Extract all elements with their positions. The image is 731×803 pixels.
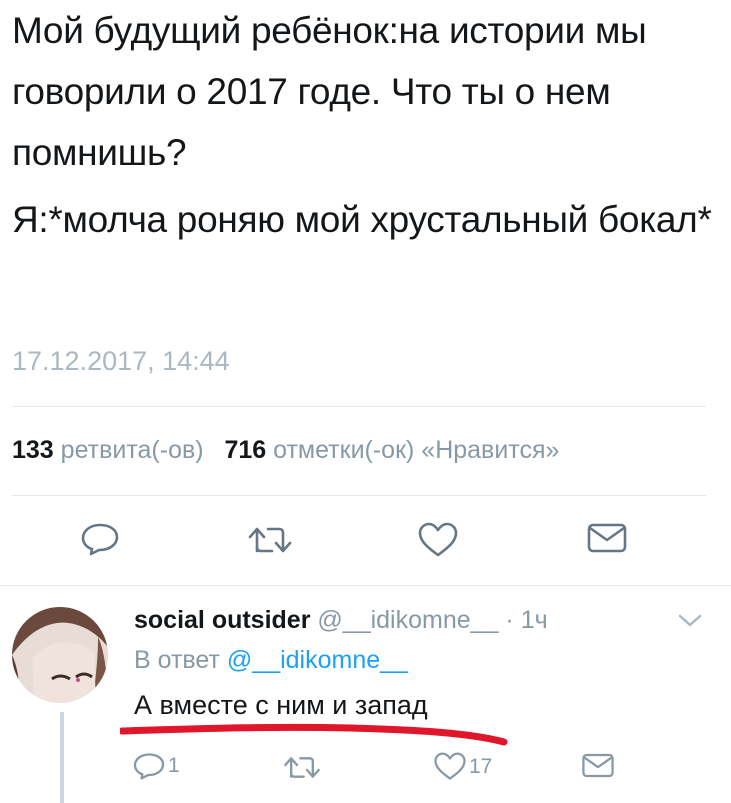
tweet-timestamp[interactable]: 17.12.2017, 14:44 xyxy=(12,346,230,377)
tweet-text-line-2: Я:*молча роняю мой хрустальный бокал* xyxy=(12,199,712,240)
retweet-button[interactable] xyxy=(246,524,294,556)
like-icon xyxy=(418,522,458,557)
avatar[interactable] xyxy=(12,607,108,703)
thread-line xyxy=(60,712,64,803)
reply-like-button[interactable]: 17 xyxy=(433,752,492,781)
like-stat[interactable]: 716 отметки(-ок) «Нравится» xyxy=(224,436,559,464)
retweet-label: ретвита(-ов) xyxy=(60,436,204,464)
reply-icon xyxy=(133,753,165,780)
reply-reply-button[interactable]: 1 xyxy=(132,752,180,780)
reply-display-name[interactable]: social outsider xyxy=(134,606,310,634)
divider xyxy=(12,406,706,407)
tweet-text: Мой будущий ребёнок:на истории мы говори… xyxy=(12,0,712,250)
reply-dot: · xyxy=(505,606,514,634)
message-button[interactable] xyxy=(586,522,628,554)
reply-message-button[interactable] xyxy=(581,752,615,779)
reply-text: А вместе с ним и запад xyxy=(134,690,428,720)
reply-retweet-button[interactable] xyxy=(282,754,322,781)
like-count: 716 xyxy=(224,436,267,464)
chevron-down-icon xyxy=(678,614,702,627)
retweet-icon xyxy=(248,527,292,553)
reply-icon xyxy=(81,523,119,556)
reply-mention[interactable]: @__idikomne__ xyxy=(227,646,408,674)
reply-prefix: В ответ xyxy=(134,646,220,674)
tweet-text-line-1: Мой будущий ребёнок:на истории мы говори… xyxy=(12,10,647,173)
like-label: отметки(-ок) «Нравится» xyxy=(273,436,560,464)
divider xyxy=(12,495,706,496)
tweet-stats: 133 ретвита(-ов) 716 отметки(-ок) «Нрави… xyxy=(12,436,559,465)
retweet-icon xyxy=(284,757,320,778)
reply-header: social outsider @__idikomne__ · 1ч xyxy=(134,606,548,635)
message-icon xyxy=(582,753,614,778)
message-icon xyxy=(587,523,627,553)
reply-like-count: 17 xyxy=(469,754,493,778)
reply-context: В ответ @__idikomne__ xyxy=(134,646,408,675)
like-icon xyxy=(434,752,466,780)
reply-handle[interactable]: @__idikomne__ xyxy=(317,606,498,634)
retweet-count: 133 xyxy=(12,436,54,464)
section-separator xyxy=(0,585,731,586)
reply-reply-count: 1 xyxy=(168,754,180,777)
reply-time[interactable]: 1ч xyxy=(521,606,548,634)
retweet-stat[interactable]: 133 ретвита(-ов) xyxy=(12,436,204,464)
red-underline-annotation xyxy=(120,723,508,746)
like-button[interactable] xyxy=(417,522,459,558)
reply-button[interactable] xyxy=(80,522,120,556)
more-options-button[interactable] xyxy=(677,613,703,634)
